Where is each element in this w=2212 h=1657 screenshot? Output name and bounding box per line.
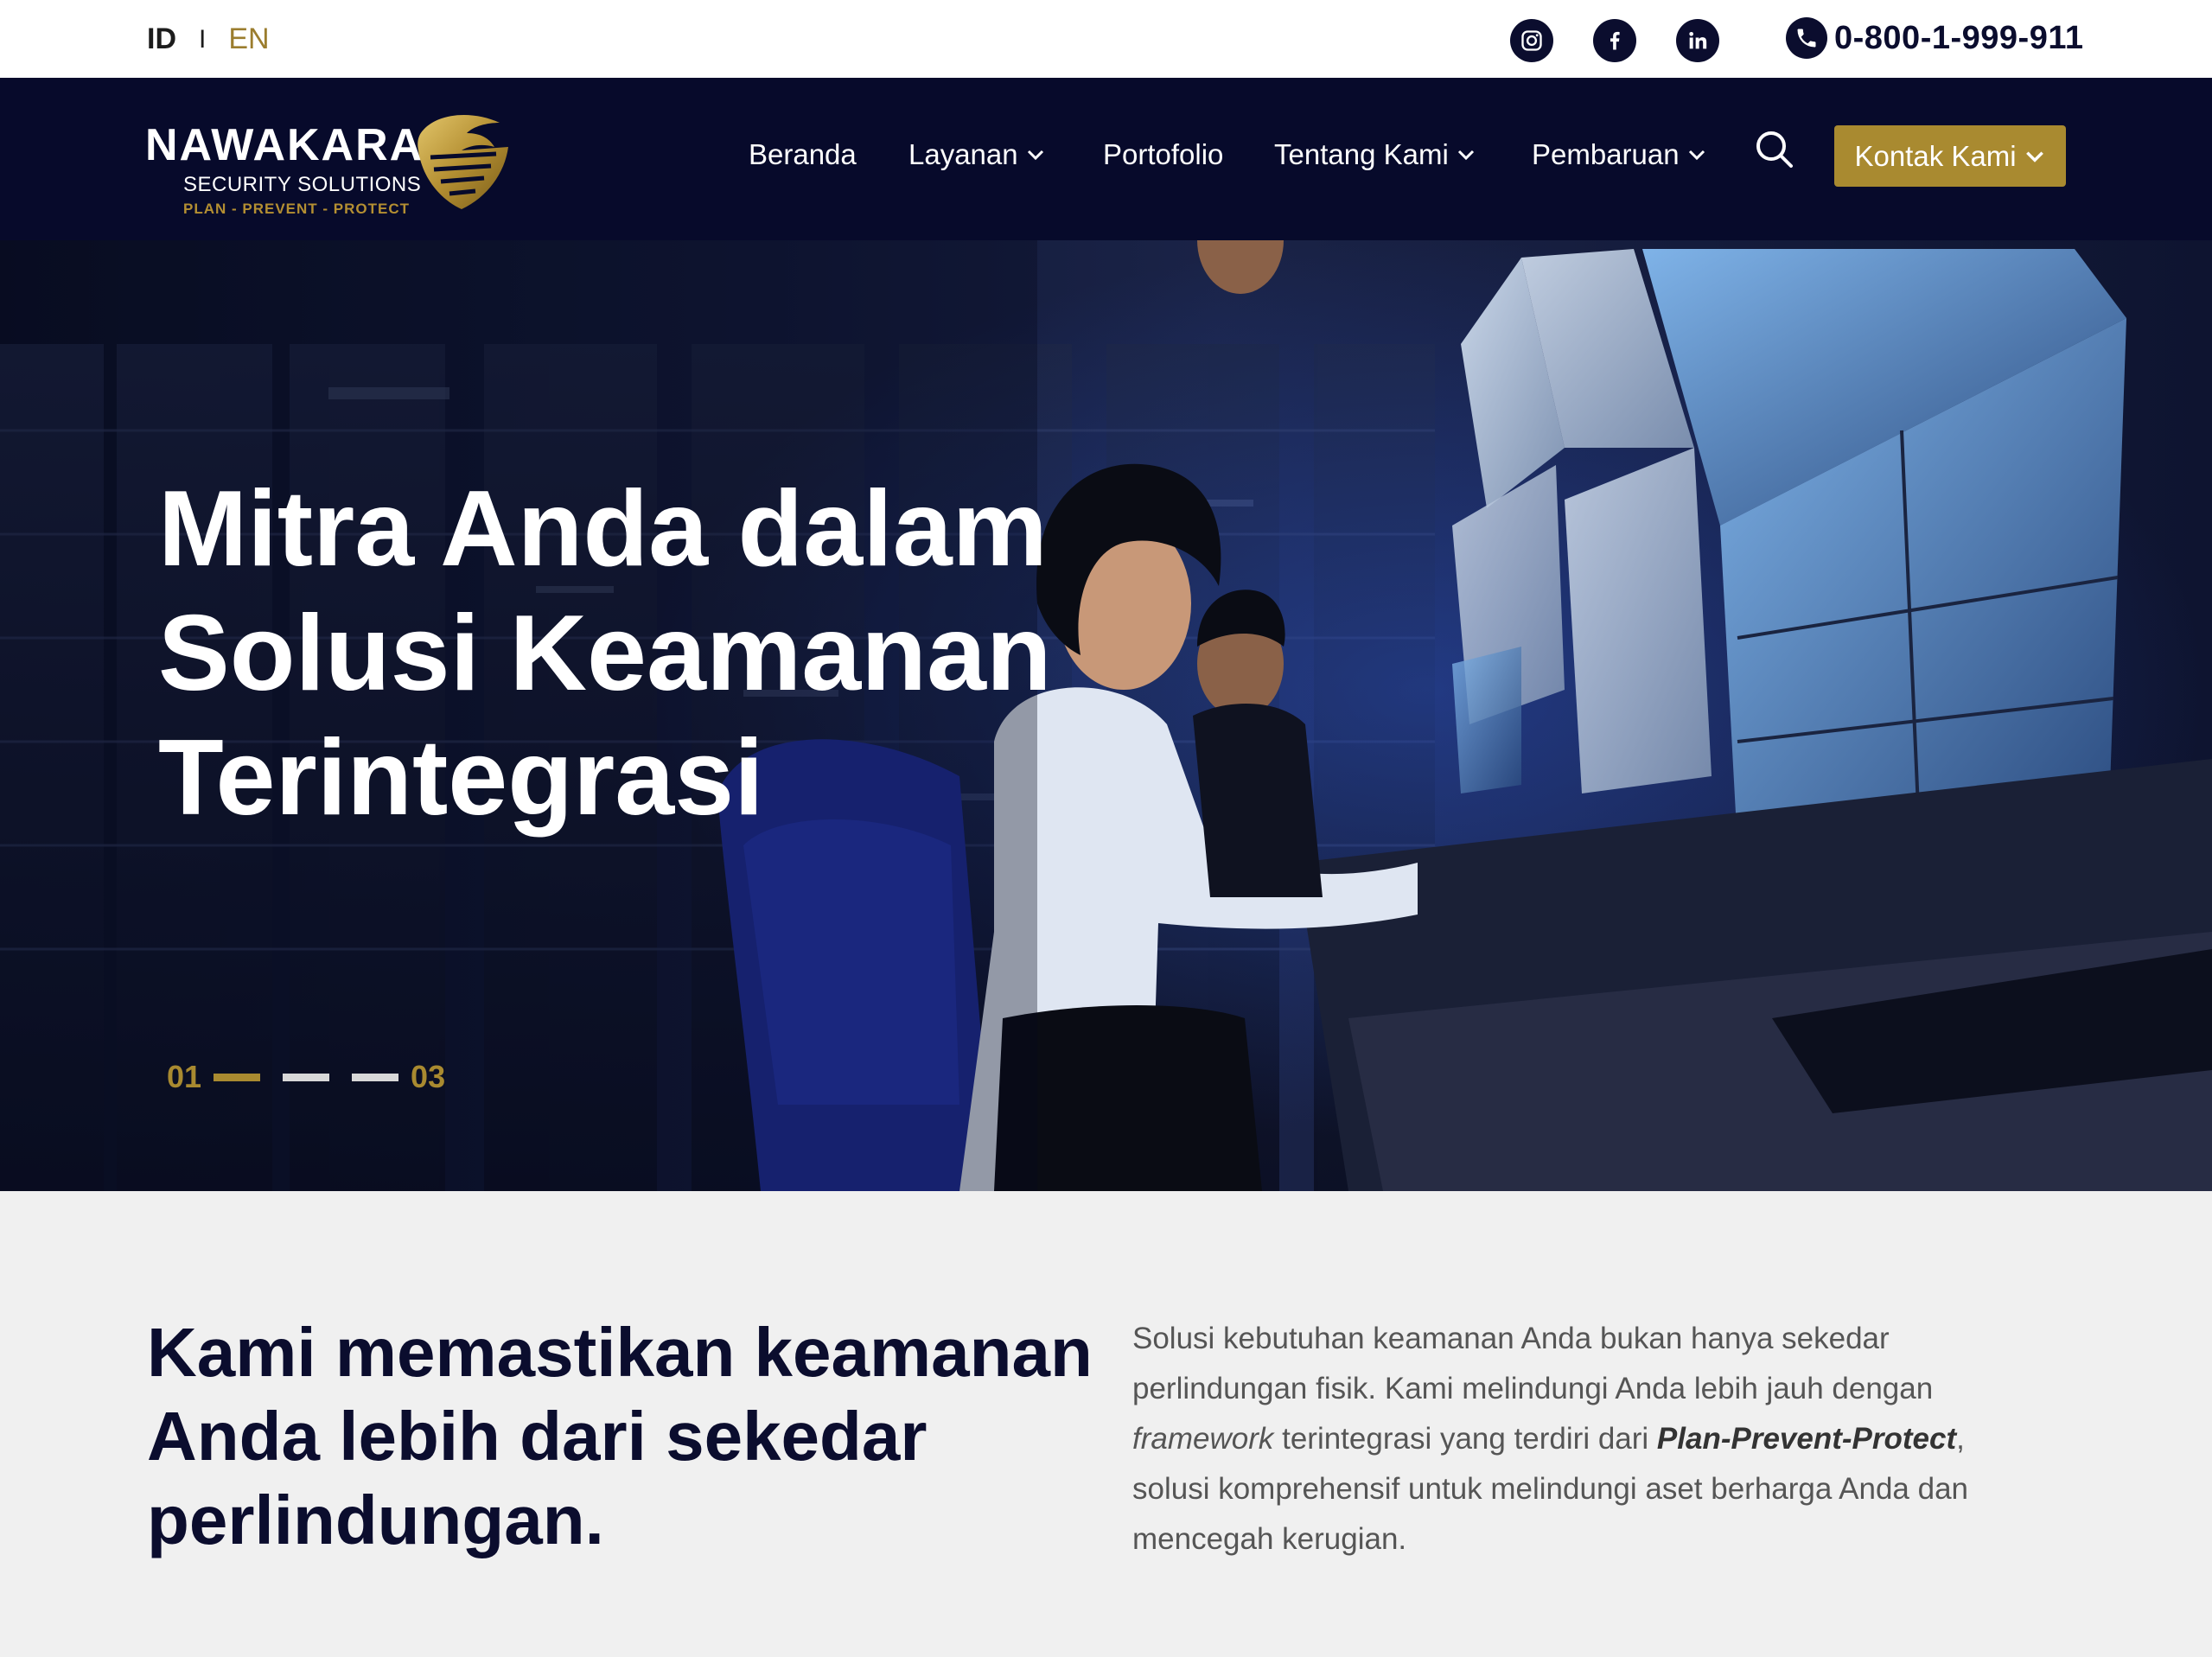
- facebook-icon[interactable]: [1593, 19, 1636, 62]
- intro-text-part-2: terintegrasi yang terdiri dari: [1273, 1422, 1657, 1456]
- lang-separator: I: [199, 24, 207, 54]
- main-navigation: NAWAKARA SECURITY SOLUTIONS PLAN - PREVE…: [0, 78, 2212, 240]
- nav-item-label: Beranda: [749, 138, 857, 170]
- intro-section: Kami memastikan keamanan Anda lebih dari…: [0, 1191, 2212, 1657]
- slider-pagination: 01 03: [167, 1059, 445, 1095]
- slide-current-number: 01: [167, 1059, 202, 1094]
- chevron-down-icon: [1688, 150, 1705, 161]
- intro-text-part-1: Solusi kebutuhan keamanan Anda bukan han…: [1132, 1322, 1934, 1405]
- intro-heading: Kami memastikan keamanan Anda lebih dari…: [147, 1314, 1093, 1558]
- intro-paragraph: Solusi kebutuhan keamanan Anda bukan han…: [1132, 1314, 2049, 1565]
- slide-indicator-1[interactable]: [214, 1073, 261, 1081]
- nav-item-layanan[interactable]: Layanan: [908, 138, 1046, 171]
- nav-item-pembaruan[interactable]: Pembaruan: [1532, 138, 1707, 171]
- nav-item-label: Layanan: [908, 138, 1018, 170]
- nav-item-beranda[interactable]: Beranda: [749, 138, 857, 171]
- nav-item-label: Pembaruan: [1532, 138, 1680, 170]
- intro-strong-ppp: Plan-Prevent-Protect: [1656, 1422, 1957, 1456]
- eagle-shield-icon: [418, 114, 508, 209]
- chevron-down-icon: [1457, 150, 1474, 161]
- slide-indicator-3[interactable]: [352, 1073, 399, 1081]
- logo-brand-text: NAWAKARA: [145, 120, 424, 170]
- linkedin-icon[interactable]: [1676, 19, 1719, 62]
- nav-item-label: Portofolio: [1103, 138, 1224, 170]
- lang-en-link[interactable]: EN: [228, 22, 269, 56]
- phone-number: 0-800-1-999-911: [1834, 19, 2084, 56]
- instagram-icon[interactable]: [1510, 19, 1553, 62]
- phone-icon: [1786, 17, 1827, 59]
- hero-banner: Mitra Anda dalam Solusi Keamanan Terinte…: [0, 240, 2212, 1191]
- chevron-down-icon: [1027, 150, 1043, 161]
- phone-contact[interactable]: 0-800-1-999-911: [1786, 17, 2084, 59]
- logo-tagline: PLAN - PREVENT - PROTECT: [183, 201, 411, 217]
- top-utility-bar: ID I EN 0-800-1-999-911: [0, 0, 2212, 78]
- nav-item-tentang-kami[interactable]: Tentang Kami: [1274, 138, 1476, 171]
- contact-us-button[interactable]: Kontak Kami: [1834, 125, 2066, 187]
- chevron-down-icon: [2025, 150, 2043, 163]
- site-logo[interactable]: NAWAKARA SECURITY SOLUTIONS PLAN - PREVE…: [145, 104, 517, 217]
- logo-subtitle: SECURITY SOLUTIONS: [183, 173, 422, 196]
- slide-indicator-2[interactable]: [283, 1073, 330, 1081]
- search-icon[interactable]: [1753, 128, 1796, 171]
- hero-title: Mitra Anda dalam Solusi Keamanan Terinte…: [158, 469, 1052, 838]
- nav-item-label: Tentang Kami: [1274, 138, 1449, 170]
- intro-emphasis-framework: framework: [1132, 1422, 1274, 1456]
- contact-us-label: Kontak Kami: [1854, 139, 2017, 172]
- nav-item-portofolio[interactable]: Portofolio: [1103, 138, 1223, 171]
- lang-id-link[interactable]: ID: [147, 22, 176, 56]
- language-switcher: ID I EN: [147, 22, 270, 56]
- slide-total-number: 03: [411, 1059, 446, 1094]
